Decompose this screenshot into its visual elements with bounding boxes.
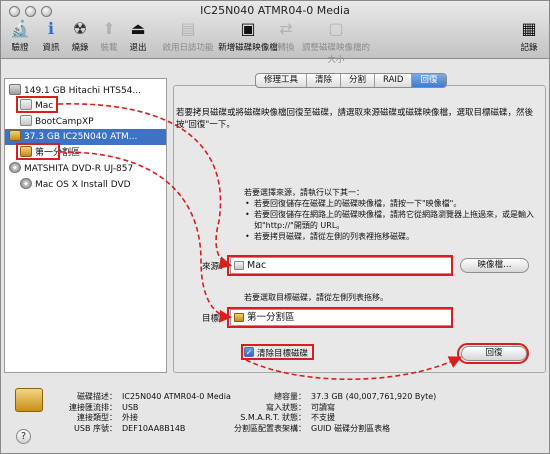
disk-list[interactable]: 149.1 GB Hitachi HTS54... Mac BootCampXP… xyxy=(4,78,167,373)
journal-icon: ▤ xyxy=(180,19,196,38)
title-toolbar: IC25N040 ATMR04-0 Media 🔬 驗證 ℹ 資訊 ☢ 燒錄 ⬆ 裝載 … xyxy=(1,1,549,65)
annotation-box-erase-checkbox xyxy=(241,344,314,360)
instructions-title: 若要選擇來源，請執行以下其一： xyxy=(244,188,364,197)
tab-first-aid[interactable]: 修理工具 xyxy=(256,74,308,87)
tab-raid[interactable]: RAID xyxy=(375,74,413,87)
toolbar-eject-button[interactable]: ⏏ 退出 xyxy=(118,19,158,53)
annotation-box-target-volume xyxy=(16,143,60,160)
restore-intro-text: 若要拷貝磁碟或將磁碟映像檔回復至磁碟，請選取來源磁碟或磁碟映像檔，選取目標磁碟，… xyxy=(176,108,534,130)
target-label: 目標： xyxy=(202,314,228,324)
new-image-icon: ▣ xyxy=(240,19,256,38)
image-button[interactable]: 映像檔… xyxy=(460,258,529,273)
instruction-item: 若要回復儲存在磁碟上的磁碟映像檔，請按一下"映像檔"。 xyxy=(244,198,539,209)
source-instructions: 若要選擇來源，請執行以下其一： 若要回復儲存在磁碟上的磁碟映像檔，請按一下"映像… xyxy=(244,187,539,242)
info-right-keys: 總容量： 寫入狀態： S.M.A.R.T. 狀態： 分割區配置表架構： xyxy=(234,392,306,433)
convert-icon: ⇄ xyxy=(279,19,293,38)
volume-icon xyxy=(20,115,32,126)
mount-icon: ⬆ xyxy=(102,19,116,38)
target-hint: 若要選取目標磁碟，請從左側列表拖移。 xyxy=(244,293,388,302)
external-disk-icon xyxy=(9,130,21,141)
log-icon: ▦ xyxy=(521,19,537,38)
info-right-values: 37.3 GB (40,007,761,920 Byte) 可讀寫 不支援 GUID … xyxy=(311,392,437,433)
burn-icon: ☢ xyxy=(72,19,88,38)
tab-partition[interactable]: 分割 xyxy=(341,74,376,87)
microscope-icon: 🔬 xyxy=(10,19,30,38)
help-button[interactable]: ? xyxy=(16,429,31,444)
instruction-item: 若要回復儲存在網路上的磁碟映像檔，請將它從網路瀏覽器上拖過來，或是輸入如"htt… xyxy=(244,209,539,231)
tab-erase[interactable]: 清除 xyxy=(307,74,342,87)
dvd-icon xyxy=(20,178,32,189)
disk-utility-window: IC25N040 ATMR04-0 Media 🔬 驗證 ℹ 資訊 ☢ 燒錄 ⬆ 裝載 … xyxy=(0,0,550,454)
source-label: 來源： xyxy=(202,262,228,272)
info-icon: ℹ xyxy=(47,19,55,38)
hard-disk-icon xyxy=(9,84,21,95)
volume-item-bootcampxp[interactable]: BootCampXP xyxy=(5,114,166,130)
disk-item-dvd-drive[interactable]: MATSHITA DVD-R UJ-857 xyxy=(5,161,166,177)
annotation-box-target-field xyxy=(227,307,453,328)
external-disk-icon xyxy=(15,388,43,412)
annotation-box-restore-button xyxy=(457,343,529,364)
tab-restore[interactable]: 回復 xyxy=(412,74,446,87)
optical-drive-icon xyxy=(9,162,21,173)
toolbar-journal-button[interactable]: ▤ 啟用日誌功能 xyxy=(158,19,218,53)
window-title: IC25N040 ATMR04-0 Media xyxy=(200,4,350,17)
toolbar-resize-image-button[interactable]: ▢ 調整磁碟映像檔的大小 xyxy=(299,19,373,65)
tab-bar: 修理工具 清除 分割 RAID 回復 xyxy=(255,73,447,88)
eject-icon: ⏏ xyxy=(130,19,146,38)
annotation-box-source-volume xyxy=(16,96,58,113)
volume-item-install-dvd[interactable]: Mac OS X Install DVD xyxy=(5,177,166,193)
instruction-item: 若要拷貝磁碟，請從左側的列表裡拖移磁碟。 xyxy=(244,231,539,242)
info-left-keys: 磁碟描述： 連接匯流排： 連接類型： USB 序號： xyxy=(69,392,117,433)
resize-image-icon: ▢ xyxy=(328,19,344,38)
annotation-box-source-field xyxy=(227,255,453,276)
toolbar-log-button[interactable]: ▦ 記錄 xyxy=(509,19,549,53)
